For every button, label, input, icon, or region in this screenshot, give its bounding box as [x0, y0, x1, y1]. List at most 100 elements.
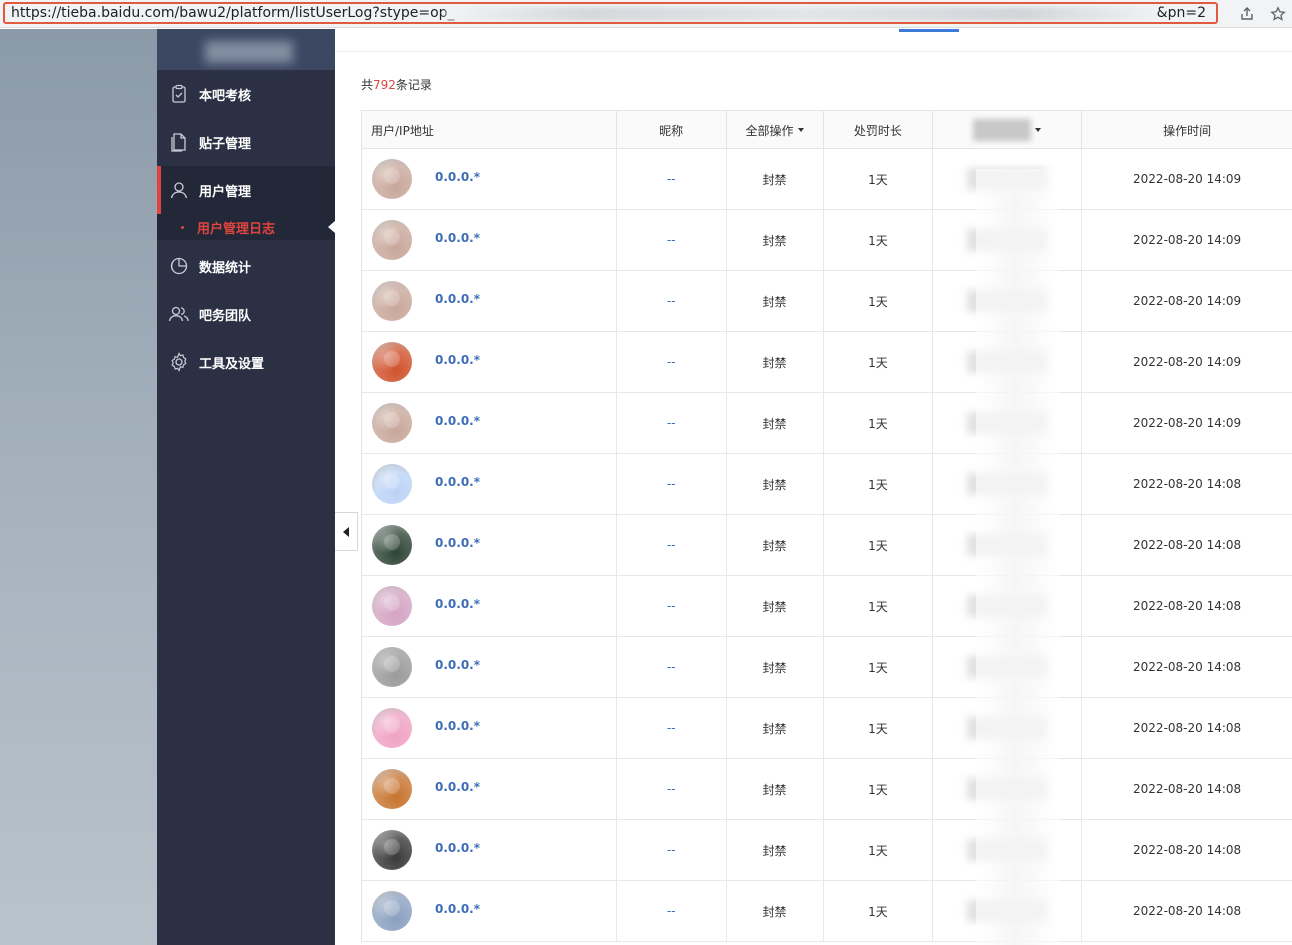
avatar[interactable] — [372, 403, 412, 443]
table-row: 0.0.0.* -- 封禁 1天 2022-08-20 14:08 — [362, 759, 1292, 820]
table-row: 0.0.0.* -- 封禁 1天 2022-08-20 14:09 — [362, 332, 1292, 393]
cell-operation: 封禁 — [727, 637, 824, 697]
sidebar-item-label: 贴子管理 — [199, 136, 252, 152]
sidebar-collapse-button[interactable] — [335, 512, 358, 551]
cell-user: 0.0.0.* — [362, 149, 617, 209]
ip-link[interactable]: 0.0.0.* — [435, 353, 480, 367]
nickname-link[interactable]: -- — [667, 843, 676, 857]
nickname-link[interactable]: -- — [667, 782, 676, 796]
avatar[interactable] — [372, 586, 412, 626]
cell-time: 2022-08-20 14:08 — [1133, 599, 1242, 613]
table-row: 0.0.0.* -- 封禁 1天 2022-08-20 14:08 — [362, 881, 1292, 942]
table-row: 0.0.0.* -- 封禁 1天 2022-08-20 14:08 — [362, 576, 1292, 637]
star-icon[interactable] — [1268, 4, 1288, 24]
avatar[interactable] — [372, 647, 412, 687]
nickname-link[interactable]: -- — [667, 599, 676, 613]
cell-operation: 封禁 — [727, 210, 824, 270]
divider — [335, 51, 1292, 52]
cell-time: 2022-08-20 14:08 — [1133, 538, 1242, 552]
ip-link[interactable]: 0.0.0.* — [435, 231, 480, 245]
nickname-link[interactable]: -- — [667, 355, 676, 369]
avatar[interactable] — [372, 220, 412, 260]
share-icon[interactable] — [1237, 4, 1257, 24]
cell-time: 2022-08-20 14:08 — [1133, 782, 1242, 796]
ip-link[interactable]: 0.0.0.* — [435, 536, 480, 550]
cell-nickname: -- — [617, 393, 727, 453]
sidebar-item-post-management[interactable]: 贴子管理 — [157, 118, 335, 166]
cell-nickname: -- — [617, 576, 727, 636]
cell-time: 2022-08-20 14:08 — [1133, 904, 1242, 918]
nickname-link[interactable]: -- — [667, 721, 676, 735]
cell-operation: 封禁 — [727, 881, 824, 941]
cell-duration: 1天 — [824, 637, 934, 697]
cell-time: 2022-08-20 14:08 — [1133, 721, 1242, 735]
url-redacted-segment — [445, 7, 1165, 21]
cell-user: 0.0.0.* — [362, 393, 617, 453]
operator-filter-dropdown[interactable] — [933, 111, 1083, 149]
sidebar-item-user-management[interactable]: 用户管理 — [157, 166, 335, 214]
nickname-link[interactable]: -- — [667, 538, 676, 552]
cell-duration: 1天 — [824, 271, 934, 331]
sidebar-item-forum-review[interactable]: 本吧考核 — [157, 70, 335, 118]
avatar[interactable] — [372, 464, 412, 504]
sidebar-subitem-user-log[interactable]: 用户管理日志 — [157, 214, 335, 240]
nickname-link[interactable]: -- — [667, 477, 676, 491]
cell-duration: 1天 — [824, 698, 934, 758]
caret-down-icon — [1035, 128, 1042, 132]
cell-operation: 封禁 — [727, 576, 824, 636]
sidebar-item-label: 吧务团队 — [199, 308, 252, 324]
avatar[interactable] — [372, 159, 412, 199]
avatar[interactable] — [372, 891, 412, 931]
nickname-link[interactable]: -- — [667, 172, 676, 186]
cell-duration: 1天 — [824, 820, 934, 880]
avatar[interactable] — [372, 830, 412, 870]
ip-link[interactable]: 0.0.0.* — [435, 780, 480, 794]
table-row: 0.0.0.* -- 封禁 1天 2022-08-20 14:09 — [362, 149, 1292, 210]
sidebar-item-tools-settings[interactable]: 工具及设置 — [157, 338, 335, 386]
cell-time: 2022-08-20 14:08 — [1133, 843, 1242, 857]
nickname-link[interactable]: -- — [667, 904, 676, 918]
table-row: 0.0.0.* -- 封禁 1天 2022-08-20 14:09 — [362, 271, 1292, 332]
cell-nickname: -- — [617, 759, 727, 819]
url-text-start: https://tieba.baidu.com/bawu2/platform/l… — [11, 5, 455, 21]
cell-user: 0.0.0.* — [362, 210, 617, 270]
nickname-link[interactable]: -- — [667, 416, 676, 430]
nickname-link[interactable]: -- — [667, 294, 676, 308]
column-header-operation: 全部操作 — [745, 123, 794, 138]
record-count: 共792条记录 — [361, 78, 432, 92]
ip-link[interactable]: 0.0.0.* — [435, 658, 480, 672]
column-header-duration: 处罚时长 — [824, 111, 934, 149]
ip-link[interactable]: 0.0.0.* — [435, 719, 480, 733]
ip-link[interactable]: 0.0.0.* — [435, 170, 480, 184]
ip-link[interactable]: 0.0.0.* — [435, 841, 480, 855]
ip-link[interactable]: 0.0.0.* — [435, 597, 480, 611]
avatar[interactable] — [372, 708, 412, 748]
url-input[interactable]: https://tieba.baidu.com/bawu2/platform/l… — [3, 2, 1218, 24]
avatar[interactable] — [372, 342, 412, 382]
cell-duration: 1天 — [824, 881, 934, 941]
operation-filter-dropdown[interactable]: 全部操作 — [727, 111, 824, 149]
nickname-link[interactable]: -- — [667, 233, 676, 247]
column-header-nickname: 昵称 — [617, 111, 727, 149]
cell-nickname: -- — [617, 454, 727, 514]
cell-nickname: -- — [617, 698, 727, 758]
ip-link[interactable]: 0.0.0.* — [435, 902, 480, 916]
nickname-link[interactable]: -- — [667, 660, 676, 674]
cell-duration: 1天 — [824, 576, 934, 636]
cell-nickname: -- — [617, 332, 727, 392]
ip-link[interactable]: 0.0.0.* — [435, 414, 480, 428]
redacted-operator-column — [976, 169, 1058, 945]
table-row: 0.0.0.* -- 封禁 1天 2022-08-20 14:08 — [362, 515, 1292, 576]
avatar[interactable] — [372, 281, 412, 321]
avatar[interactable] — [372, 525, 412, 565]
cell-user: 0.0.0.* — [362, 881, 617, 941]
sidebar-item-team[interactable]: 吧务团队 — [157, 290, 335, 338]
avatar[interactable] — [372, 769, 412, 809]
ip-link[interactable]: 0.0.0.* — [435, 292, 480, 306]
browser-address-bar: https://tieba.baidu.com/bawu2/platform/l… — [0, 0, 1292, 28]
ip-link[interactable]: 0.0.0.* — [435, 475, 480, 489]
sidebar-header — [157, 29, 335, 70]
cell-time: 2022-08-20 14:09 — [1133, 233, 1242, 247]
sidebar-item-statistics[interactable]: 数据统计 — [157, 242, 335, 290]
bullet-dot — [181, 225, 184, 229]
